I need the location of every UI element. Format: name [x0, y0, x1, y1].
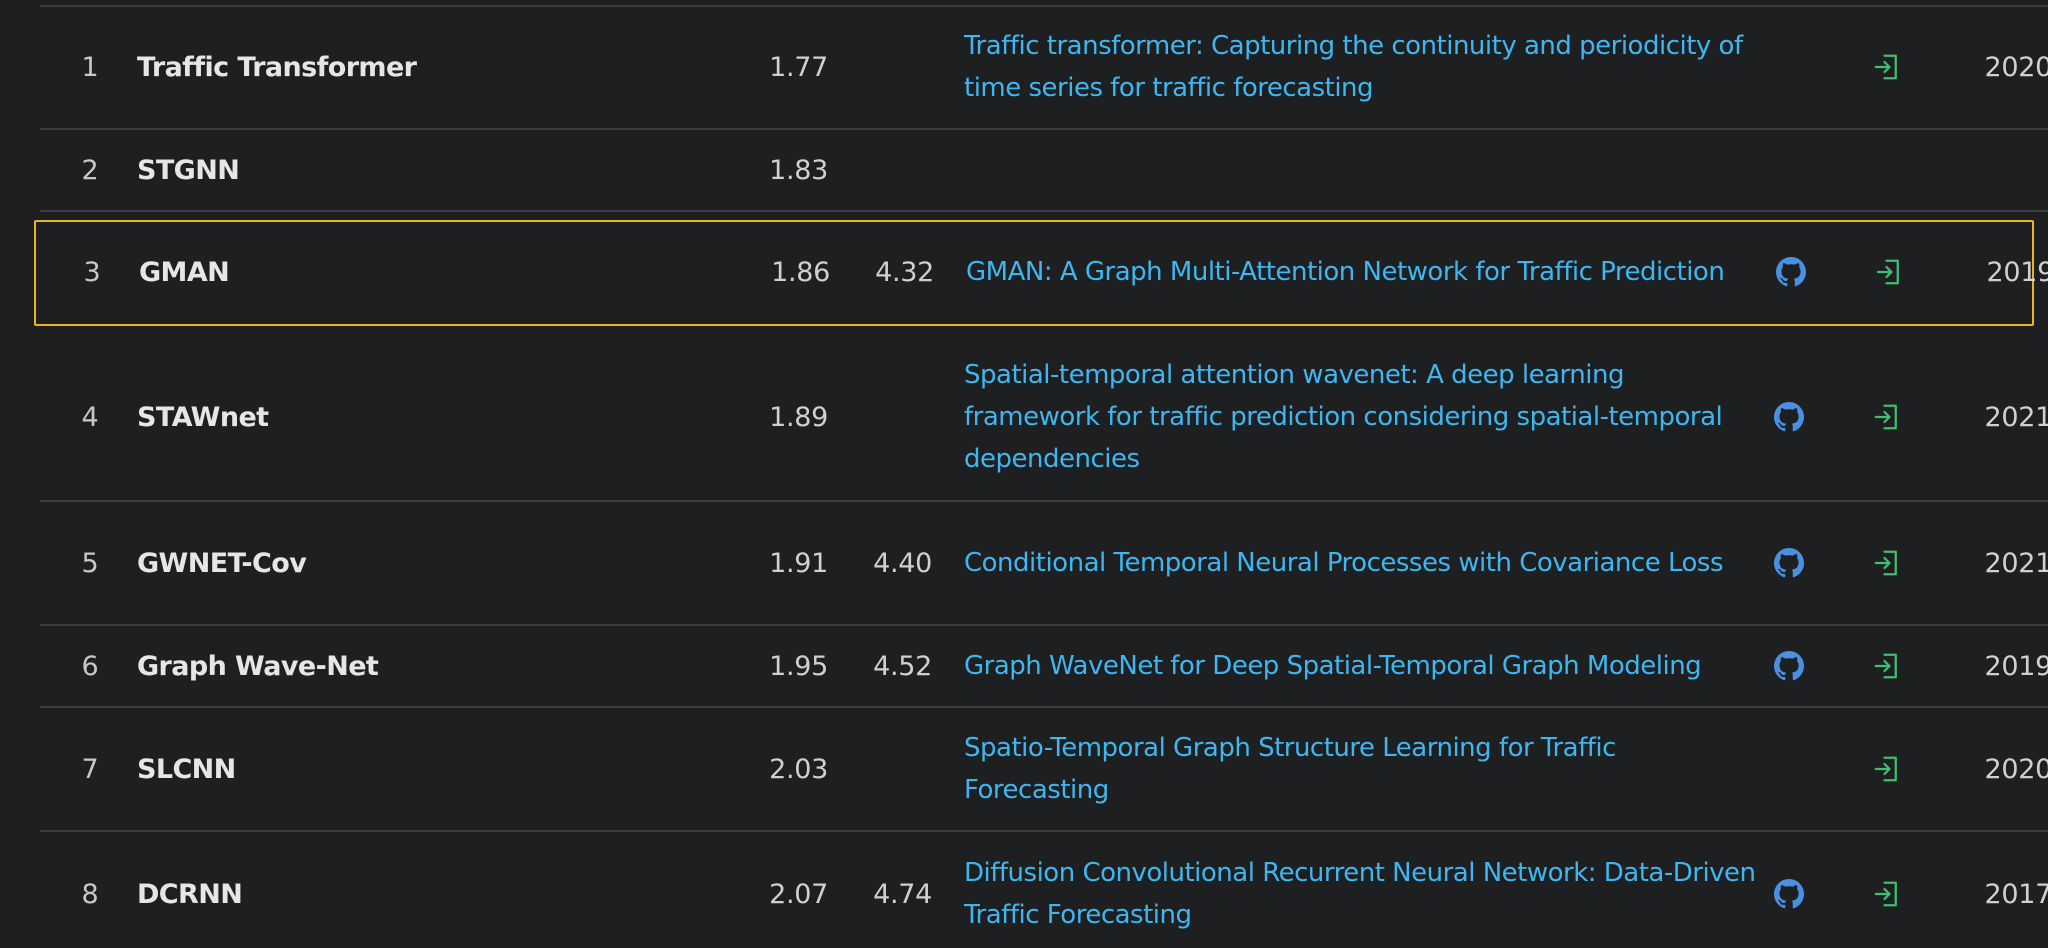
table-row: 1 Traffic Transformer 1.77 Traffic trans… [40, 6, 2048, 130]
rank-cell: 5 [81, 547, 99, 579]
model-name: GWNET-Cov [137, 547, 307, 579]
paper-link-cell [1862, 708, 1912, 830]
paper-title-link[interactable]: Conditional Temporal Neural Processes wi… [964, 542, 1724, 584]
metric-2-value: 4.32 [875, 256, 934, 288]
paper-cell: Diffusion Convolutional Recurrent Neural… [964, 832, 1764, 948]
year-cell [1926, 130, 2048, 210]
rank-cell: 6 [81, 650, 99, 682]
metric-2-value: 4.52 [873, 650, 932, 682]
table-row: 4 STAWnet 1.89 Spatial-temporal attentio… [40, 334, 2048, 502]
enter-arrow-icon[interactable] [1874, 257, 1904, 287]
model-name: DCRNN [137, 878, 243, 910]
metric-2-value: 4.40 [873, 547, 932, 579]
year-cell: 2020 [1984, 51, 2048, 83]
model-name: GMAN [139, 256, 230, 288]
table-row-selected: 3 GMAN 1.86 4.32 GMAN: A Graph Multi-Att… [34, 220, 2048, 326]
code-cell [1766, 220, 1816, 324]
model-name: STGNN [137, 154, 240, 186]
metric-1-value: 1.91 [769, 547, 828, 579]
leaderboard-table: 1 Traffic Transformer 1.77 Traffic trans… [0, 0, 2048, 948]
year-cell: 2019 [1986, 256, 2048, 288]
paper-link-cell [1862, 626, 1912, 706]
metric-2-value [840, 708, 932, 830]
table-row: 5 GWNET-Cov 1.91 4.40 Conditional Tempor… [40, 502, 2048, 626]
paper-link-cell [1862, 6, 1912, 128]
rank-cell: 8 [81, 878, 99, 910]
model-name: SLCNN [137, 753, 236, 785]
metric-2-value [840, 130, 932, 210]
metric-1-value: 1.83 [769, 154, 828, 186]
paper-cell: Graph WaveNet for Deep Spatial-Temporal … [964, 626, 1764, 706]
year-cell: 2017 [1984, 878, 2048, 910]
paper-link-cell [1864, 220, 1914, 324]
github-icon[interactable] [1774, 548, 1804, 578]
paper-cell [964, 130, 1764, 210]
metric-1-value: 2.07 [769, 878, 828, 910]
github-icon[interactable] [1774, 651, 1804, 681]
paper-title-link[interactable]: Spatio-Temporal Graph Structure Learning… [964, 727, 1764, 811]
paper-link-cell [1862, 334, 1912, 500]
paper-title-link[interactable]: GMAN: A Graph Multi-Attention Network fo… [966, 251, 1725, 293]
rank-cell: 2 [81, 154, 99, 186]
metric-1-value: 2.03 [769, 753, 828, 785]
code-cell [1764, 832, 1814, 948]
metric-1-value: 1.77 [769, 51, 828, 83]
paper-title-link[interactable]: Spatial-temporal attention wavenet: A de… [964, 354, 1764, 480]
rank-cell: 3 [83, 256, 101, 288]
paper-link-cell [1862, 502, 1912, 624]
table-row: 7 SLCNN 2.03 Spatio-Temporal Graph Struc… [40, 708, 2048, 832]
github-icon[interactable] [1774, 402, 1804, 432]
year-cell: 2019 [1984, 650, 2048, 682]
paper-title-link[interactable]: Graph WaveNet for Deep Spatial-Temporal … [964, 645, 1702, 687]
enter-arrow-icon[interactable] [1872, 548, 1902, 578]
enter-arrow-icon[interactable] [1872, 402, 1902, 432]
enter-arrow-icon[interactable] [1872, 52, 1902, 82]
metric-2-value [840, 334, 932, 500]
year-cell: 2021 [1984, 401, 2048, 433]
rank-cell: 4 [81, 401, 99, 433]
paper-cell: Conditional Temporal Neural Processes wi… [964, 502, 1764, 624]
enter-arrow-icon[interactable] [1872, 879, 1902, 909]
table-row: 6 Graph Wave-Net 1.95 4.52 Graph WaveNet… [40, 626, 2048, 708]
model-name: Graph Wave-Net [137, 650, 379, 682]
paper-cell: Traffic transformer: Capturing the conti… [964, 6, 1764, 128]
year-cell: 2021 [1984, 547, 2048, 579]
paper-title-link[interactable]: Diffusion Convolutional Recurrent Neural… [964, 852, 1764, 936]
paper-cell: Spatio-Temporal Graph Structure Learning… [964, 708, 1764, 830]
code-cell [1764, 502, 1814, 624]
enter-arrow-icon[interactable] [1872, 754, 1902, 784]
paper-cell: Spatial-temporal attention wavenet: A de… [964, 334, 1764, 500]
year-cell: 2020 [1984, 753, 2048, 785]
code-cell [1764, 334, 1814, 500]
metric-1-value: 1.95 [769, 650, 828, 682]
github-icon[interactable] [1776, 257, 1806, 287]
paper-link-cell [1862, 832, 1912, 948]
table-row: 8 DCRNN 2.07 4.74 Diffusion Convolutiona… [40, 832, 2048, 948]
github-icon[interactable] [1774, 879, 1804, 909]
table-row: 2 STGNN 1.83 [40, 130, 2048, 212]
model-name: STAWnet [137, 401, 269, 433]
enter-arrow-icon[interactable] [1872, 651, 1902, 681]
paper-title-link[interactable]: Traffic transformer: Capturing the conti… [964, 25, 1764, 109]
code-cell [1764, 626, 1814, 706]
model-name: Traffic Transformer [137, 51, 417, 83]
metric-2-value: 4.74 [873, 878, 932, 910]
rank-cell: 1 [81, 51, 99, 83]
metric-2-value [840, 6, 932, 128]
metric-1-value: 1.86 [771, 256, 830, 288]
metric-1-value: 1.89 [769, 401, 828, 433]
paper-cell: GMAN: A Graph Multi-Attention Network fo… [966, 220, 1766, 324]
rank-cell: 7 [81, 753, 99, 785]
